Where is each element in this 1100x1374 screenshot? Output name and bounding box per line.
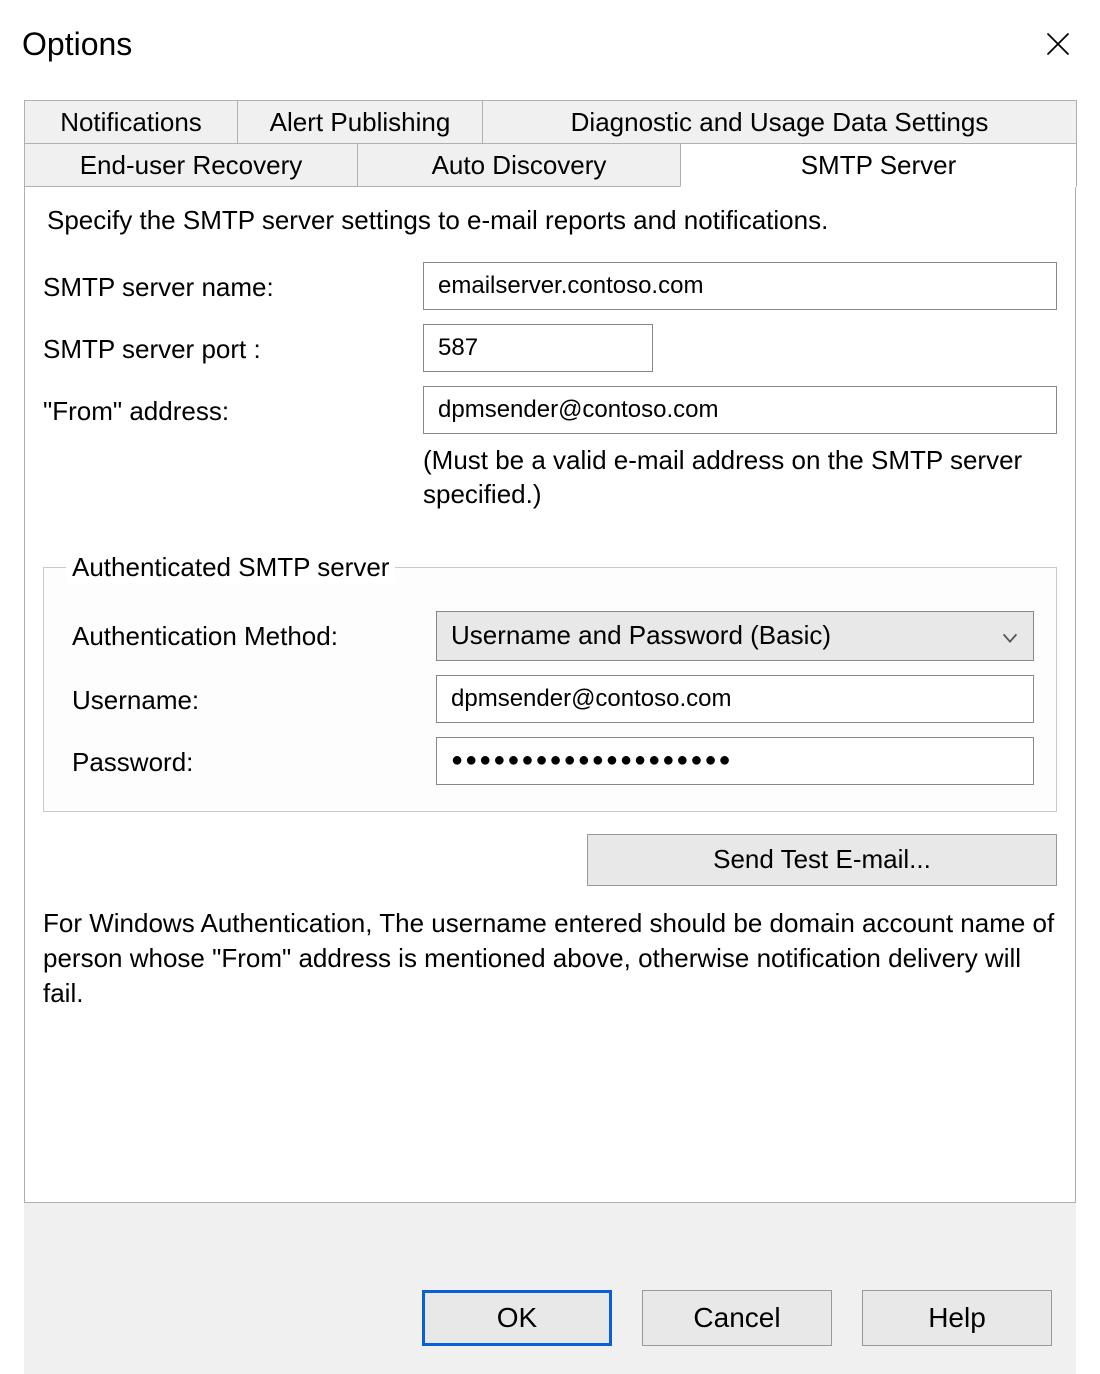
password-label: Password: [66,737,436,778]
help-button[interactable]: Help [862,1290,1052,1346]
smtp-server-port-input[interactable] [423,324,653,372]
window-title: Options [22,26,132,63]
auth-method-select[interactable]: Username and Password (Basic) [436,611,1034,661]
content-area: Notifications Alert Publishing Diagnosti… [24,100,1076,1374]
close-icon [1044,30,1072,58]
username-label: Username: [66,675,436,716]
tab-alert-publishing[interactable]: Alert Publishing [237,100,483,144]
close-button[interactable] [1036,22,1080,66]
tabs: Notifications Alert Publishing Diagnosti… [24,100,1076,1203]
tab-end-user-recovery[interactable]: End-user Recovery [24,143,358,187]
from-address-hint: (Must be a valid e-mail address on the S… [423,444,1057,512]
auth-method-value: Username and Password (Basic) [451,620,831,651]
username-input[interactable] [436,675,1034,723]
smtp-panel: Specify the SMTP server settings to e-ma… [24,187,1076,1203]
auth-footnote: For Windows Authentication, The username… [43,906,1057,1011]
titlebar: Options [0,0,1100,80]
tab-notifications[interactable]: Notifications [24,100,238,144]
tab-smtp-server[interactable]: SMTP Server [680,143,1077,187]
smtp-server-name-input[interactable] [423,262,1057,310]
auth-group: Authenticated SMTP server Authentication… [43,552,1057,812]
cancel-button[interactable]: Cancel [642,1290,832,1346]
ok-button[interactable]: OK [422,1290,612,1346]
send-test-email-button[interactable]: Send Test E-mail... [587,834,1057,886]
smtp-server-port-label: SMTP server port : [43,324,423,365]
auth-method-label: Authentication Method: [66,611,436,652]
dialog-buttons: OK Cancel Help [422,1290,1052,1346]
options-dialog: Options Notifications Alert Publishing D… [0,0,1100,1374]
from-address-input[interactable] [423,386,1057,434]
chevron-down-icon [999,625,1021,647]
smtp-server-name-label: SMTP server name: [43,262,423,303]
tab-auto-discovery[interactable]: Auto Discovery [357,143,681,187]
auth-legend: Authenticated SMTP server [66,552,395,583]
tab-diagnostic-usage[interactable]: Diagnostic and Usage Data Settings [482,100,1077,144]
smtp-description: Specify the SMTP server settings to e-ma… [47,205,1057,236]
password-input[interactable] [436,737,1034,785]
from-address-label: "From" address: [43,386,423,427]
